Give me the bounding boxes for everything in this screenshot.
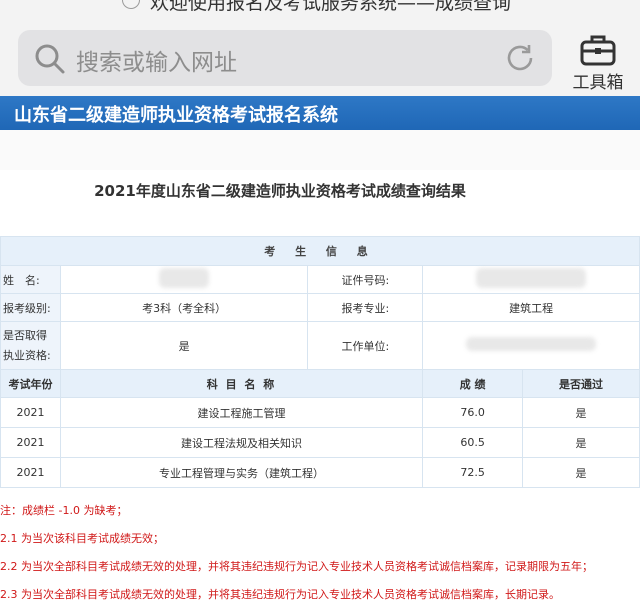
- id-value: [422, 265, 640, 294]
- header-divider: [0, 130, 640, 170]
- row-subject: 建设工程施工管理: [59, 397, 424, 428]
- info-row-level: 报考级别: 考3科（考全科） 报考专业: 建筑工程: [0, 293, 640, 322]
- row-subject: 专业工程管理与实务（建筑工程）: [59, 457, 424, 488]
- table-row: 2021 专业工程管理与实务（建筑工程） 72.5 是: [0, 457, 640, 488]
- browser-toolbar: 搜索或输入网址 工具箱: [0, 22, 640, 96]
- qualified-label: 是否取得 执业资格:: [0, 321, 61, 370]
- system-header: 山东省二级建造师执业资格考试报名系统: [0, 96, 640, 130]
- row-score: 72.5: [422, 457, 524, 488]
- row-score: 76.0: [422, 397, 524, 428]
- score-header-row: 考试年份 科 目 名 称 成 绩 是否通过: [0, 369, 640, 398]
- row-year: 2021: [0, 397, 61, 428]
- redacted-employer: [466, 337, 597, 351]
- address-bar[interactable]: 搜索或输入网址: [18, 30, 552, 86]
- score-table: 考 生 信 息 姓 名: 证件号码: 报考级别: 考3科（考全科） 报考专业: …: [0, 236, 640, 488]
- col-subject: 科 目 名 称: [59, 369, 424, 398]
- col-pass: 是否通过: [522, 369, 640, 398]
- level-value: 考3科（考全科）: [59, 293, 309, 322]
- search-icon: [35, 44, 65, 74]
- level-label: 报考级别:: [0, 293, 61, 322]
- redacted-name: [159, 268, 210, 288]
- redacted-id: [476, 268, 587, 288]
- system-title: 山东省二级建造师执业资格考试报名系统: [14, 105, 338, 126]
- row-pass: 是: [522, 427, 640, 458]
- col-score: 成 绩: [422, 369, 524, 398]
- major-label: 报考专业:: [307, 293, 424, 322]
- table-row: 2021 建设工程施工管理 76.0 是: [0, 397, 640, 428]
- qualified-value: 是: [59, 321, 309, 370]
- row-subject: 建设工程法规及相关知识: [59, 427, 424, 458]
- row-score: 60.5: [422, 427, 524, 458]
- globe-icon: [122, 0, 140, 9]
- info-row-qualified: 是否取得 执业资格: 是 工作单位:: [0, 321, 640, 370]
- toolbox-button[interactable]: 工具箱: [566, 28, 630, 93]
- section-title: 考 生 信 息: [0, 236, 640, 266]
- row-year: 2021: [0, 457, 61, 488]
- id-label: 证件号码:: [307, 265, 424, 294]
- info-row-name: 姓 名: 证件号码:: [0, 265, 640, 294]
- reload-icon[interactable]: [504, 42, 536, 74]
- page-title: 2021年度山东省二级建造师执业资格考试成绩查询结果: [94, 182, 466, 200]
- status-bar: 欢迎使用报名及考试服务系统——成绩查询: [0, 0, 640, 22]
- row-pass: 是: [522, 457, 640, 488]
- row-pass: 是: [522, 397, 640, 428]
- row-year: 2021: [0, 427, 61, 458]
- toolbox-label: 工具箱: [572, 73, 624, 93]
- table-row: 2021 建设工程法规及相关知识 60.5 是: [0, 427, 640, 458]
- status-text: 欢迎使用报名及考试服务系统——成绩查询: [150, 0, 512, 14]
- major-value: 建筑工程: [422, 293, 640, 322]
- employer-label: 工作单位:: [307, 321, 424, 370]
- name-value: [59, 265, 309, 294]
- note-line: 2.2 为当次全部科目考试成绩无效的处理，并将其违纪违规行为记入专业技术人员资格…: [0, 560, 593, 573]
- toolbox-icon: [580, 35, 616, 66]
- section-header: 考 生 信 息: [0, 236, 640, 266]
- col-year: 考试年份: [0, 369, 61, 398]
- note-line: 注：成绩栏 -1.0 为缺考；: [0, 504, 128, 517]
- employer-value: [422, 321, 640, 370]
- note-line: 2.1 为当次该科目考试成绩无效；: [0, 532, 164, 545]
- name-label: 姓 名:: [0, 265, 61, 294]
- qualified-label-line1: 是否取得: [3, 328, 47, 342]
- search-placeholder: 搜索或输入网址: [76, 50, 237, 76]
- qualified-label-line2: 执业资格:: [3, 348, 51, 362]
